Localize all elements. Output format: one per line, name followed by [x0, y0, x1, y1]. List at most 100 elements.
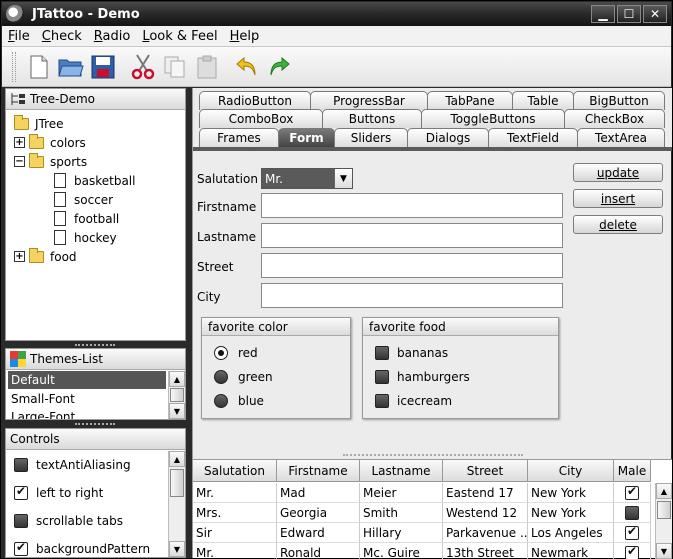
- tab-combobox[interactable]: ComboBox: [199, 109, 323, 128]
- tab-form[interactable]: Form: [278, 128, 335, 147]
- checkbox-checked[interactable]: [14, 540, 28, 556]
- table-row[interactable]: Mr. Mad Meier Eastend 17 New York: [193, 483, 651, 503]
- table-cell[interactable]: Ronald: [277, 543, 360, 559]
- city-input[interactable]: [261, 283, 563, 308]
- column-salutation[interactable]: Salutation: [193, 460, 277, 482]
- split-grip[interactable]: [75, 344, 115, 347]
- food-option-hamburgers[interactable]: hamburgers: [375, 367, 470, 387]
- update-button[interactable]: update: [573, 163, 663, 182]
- table-cell[interactable]: New York: [528, 503, 614, 523]
- color-option-green[interactable]: green: [214, 367, 273, 387]
- scroll-thumb[interactable]: [657, 501, 671, 519]
- insert-button[interactable]: insert: [573, 189, 663, 208]
- table-cell[interactable]: Hillary: [360, 523, 443, 543]
- cut-button[interactable]: [128, 52, 158, 82]
- menu-look-and-feel[interactable]: Look & Feel: [136, 29, 223, 44]
- tree-root[interactable]: JTree: [14, 114, 64, 133]
- open-button[interactable]: [56, 52, 86, 82]
- table-cell[interactable]: Mad: [277, 483, 360, 503]
- chevron-down-icon[interactable]: ▼: [334, 169, 352, 188]
- table-cell[interactable]: Meier: [360, 483, 443, 503]
- column-firstname[interactable]: Firstname: [277, 460, 360, 482]
- table-cell[interactable]: Edward: [277, 523, 360, 543]
- tab-tabpane[interactable]: TabPane: [427, 91, 513, 110]
- column-lastname[interactable]: Lastname: [360, 460, 443, 482]
- table-cell[interactable]: Newmark: [528, 543, 614, 559]
- table-cell[interactable]: Los Angeles: [528, 523, 614, 543]
- close-button[interactable]: ✕: [643, 5, 667, 23]
- table-scrollbar[interactable]: ▲ ▼: [655, 483, 672, 559]
- expand-icon[interactable]: +: [14, 137, 25, 148]
- tab-togglebuttons[interactable]: ToggleButtons: [421, 109, 565, 128]
- checkbox[interactable]: [625, 505, 639, 520]
- tab-table[interactable]: Table: [512, 91, 574, 110]
- checkbox-checked[interactable]: [625, 524, 639, 540]
- control-background-pattern[interactable]: backgroundPattern: [14, 539, 150, 557]
- checkbox-checked[interactable]: [625, 544, 639, 559]
- undo-button[interactable]: [232, 52, 262, 82]
- scroll-down-icon[interactable]: ▼: [656, 543, 672, 559]
- table-cell[interactable]: Parkavenue ...: [443, 523, 528, 543]
- table-cell[interactable]: 13th Street: [443, 543, 528, 559]
- tree-leaf-basketball[interactable]: basketball: [54, 171, 135, 190]
- theme-item-small-font[interactable]: Small-Font: [6, 390, 185, 408]
- table-cell[interactable]: Eastend 17: [443, 483, 528, 503]
- tree-leaf-soccer[interactable]: soccer: [54, 190, 113, 209]
- menu-help[interactable]: Help: [224, 29, 266, 44]
- checkbox[interactable]: [375, 346, 389, 360]
- radio-selected[interactable]: [214, 346, 228, 360]
- control-left-to-right[interactable]: left to right: [14, 483, 103, 503]
- theme-item-large-font[interactable]: Large-Font: [6, 408, 185, 419]
- table-cell-male[interactable]: [614, 523, 651, 543]
- toolbar-grip[interactable]: [12, 51, 16, 82]
- split-grip[interactable]: [343, 454, 523, 457]
- salutation-combobox[interactable]: Mr. ▼: [261, 168, 353, 189]
- paste-button[interactable]: [192, 52, 222, 82]
- column-street[interactable]: Street: [443, 460, 528, 482]
- scroll-thumb[interactable]: [170, 469, 184, 497]
- checkbox[interactable]: [375, 370, 389, 384]
- scroll-thumb[interactable]: [170, 388, 184, 402]
- minimize-button[interactable]: ▁: [591, 5, 615, 23]
- tab-textfield[interactable]: TextField: [488, 128, 578, 147]
- title-bar[interactable]: JTattoo - Demo ▁ ☐ ✕: [2, 2, 671, 26]
- menu-radio[interactable]: Radio: [88, 29, 137, 44]
- control-scrollable-tabs[interactable]: scrollable tabs: [14, 511, 123, 531]
- table-row[interactable]: Mrs. Georgia Smith Westend 12 New York: [193, 503, 651, 523]
- scroll-up-icon[interactable]: ▲: [169, 371, 185, 387]
- checkbox[interactable]: [375, 394, 389, 408]
- maximize-button[interactable]: ☐: [617, 5, 641, 23]
- checkbox[interactable]: [14, 514, 28, 528]
- firstname-input[interactable]: [261, 193, 563, 218]
- collapse-icon[interactable]: −: [14, 156, 25, 167]
- tab-radiobutton[interactable]: RadioButton: [199, 91, 311, 110]
- control-text-antialiasing[interactable]: textAntiAliasing: [14, 455, 131, 475]
- lastname-input[interactable]: [261, 223, 563, 248]
- copy-button[interactable]: [160, 52, 190, 82]
- theme-item-default[interactable]: Default: [8, 371, 166, 389]
- controls-scrollbar[interactable]: ▲ ▼: [168, 451, 185, 557]
- tree-leaf-hockey[interactable]: hockey: [54, 228, 117, 247]
- expand-icon[interactable]: +: [14, 251, 25, 262]
- tree-node-sports[interactable]: − sports: [14, 152, 87, 171]
- tree-node-colors[interactable]: + colors: [14, 133, 86, 152]
- menu-check[interactable]: Check: [36, 29, 88, 44]
- themes-scrollbar[interactable]: ▲ ▼: [168, 371, 185, 419]
- checkbox-checked[interactable]: [625, 484, 639, 500]
- scroll-down-icon[interactable]: ▼: [169, 403, 185, 419]
- tab-bigbutton[interactable]: BigButton: [573, 91, 665, 110]
- table-cell[interactable]: Smith: [360, 503, 443, 523]
- food-option-bananas[interactable]: bananas: [375, 343, 448, 363]
- checkbox[interactable]: [14, 458, 28, 472]
- tab-dialogs[interactable]: Dialogs: [407, 128, 489, 147]
- tab-sliders[interactable]: Sliders: [334, 128, 408, 147]
- tab-buttons[interactable]: Buttons: [322, 109, 422, 128]
- street-input[interactable]: [261, 253, 563, 278]
- new-button[interactable]: [24, 52, 54, 82]
- table-row[interactable]: Mr. Ronald Mc. Guire 13th Street Newmark: [193, 543, 651, 559]
- table-cell[interactable]: Georgia: [277, 503, 360, 523]
- table-row[interactable]: Sir Edward Hillary Parkavenue ... Los An…: [193, 523, 651, 543]
- table-cell[interactable]: Westend 12: [443, 503, 528, 523]
- table-cell[interactable]: New York: [528, 483, 614, 503]
- table-cell-male[interactable]: [614, 503, 651, 523]
